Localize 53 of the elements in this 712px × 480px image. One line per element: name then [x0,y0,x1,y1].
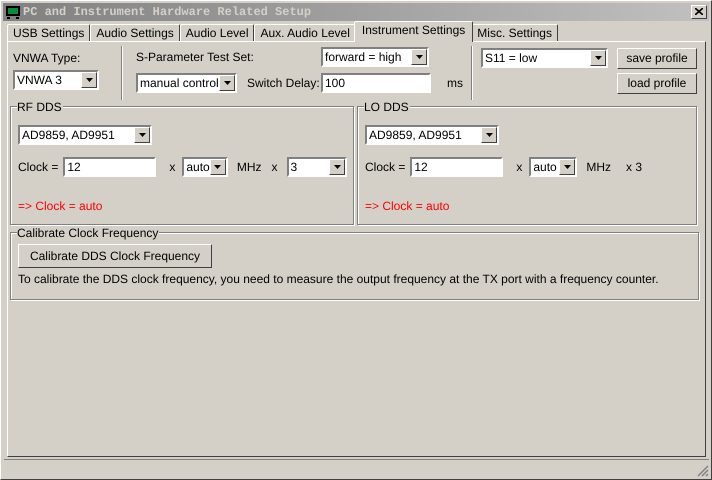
monitor-icon [5,4,21,20]
delay-field[interactable]: 100 [321,72,431,93]
tab[interactable]: Misc. Settings [471,24,558,42]
unit-label: ms [447,76,463,90]
caret-icon [224,80,230,85]
caret-icon [486,132,492,137]
s11-dropdown[interactable]: S11 = low [481,48,608,68]
profile-button[interactable]: save profile [617,48,697,69]
clock-field[interactable]: 12 [410,156,504,177]
caret-icon [214,164,222,169]
tab[interactable]: Instrument Settings [354,20,474,42]
close-button[interactable] [691,4,707,19]
unit-label: MHz [586,160,612,174]
times-label: x [169,160,176,174]
tab[interactable]: Audio Settings [90,24,180,42]
close-icon [695,8,703,16]
clock-result: => Clock = auto [18,198,104,213]
mode-dropdown[interactable]: manual control [136,72,237,93]
caret-icon [594,56,602,60]
times-label: x [516,160,522,174]
resize-grip-icon[interactable] [697,465,709,477]
chip-dropdown[interactable]: AD9859, AD9951 [365,124,499,145]
caret-icon [138,132,146,137]
times-label: x [272,160,278,174]
window-title: PC and Instrument Hardware Related Setup [23,4,312,19]
unit-label: MHz [236,160,262,174]
clock-result: => Clock = auto [365,198,450,213]
field-label: VNWA Type: [13,50,82,65]
direction-dropdown[interactable]: forward = high [321,46,429,67]
field-label: S-Parameter Test Set: [136,50,255,64]
group-title: Calibrate Clock Frequency [17,226,160,240]
field-label: Clock = [18,160,58,174]
factor-label: x 3 [626,160,642,174]
caret-icon [334,164,340,169]
caret-icon [416,54,422,59]
multiplier-dropdown[interactable]: auto [529,156,578,177]
chip-dropdown[interactable]: AD9859, AD9951 [18,124,152,145]
type-dropdown[interactable]: VNWA 3 [13,70,99,90]
calibrate-button[interactable]: Calibrate DDS Clock Frequency [18,244,212,268]
field-label: Switch Delay: [247,76,321,90]
clock-field[interactable]: 12 [63,156,156,177]
factor-dropdown[interactable]: 3 [286,156,347,177]
tab[interactable]: Aux. Audio Level [254,24,356,42]
field-label: Clock = [365,160,406,174]
group-title: LO DDS [364,100,410,114]
instruction-text: To calibrate the DDS clock frequency, you need to measure the output frequency at the TX port with a frequency counter. [18,272,660,286]
multiplier-dropdown[interactable]: auto [182,156,228,177]
caret-icon [86,78,92,82]
tab[interactable]: USB Settings [7,24,90,42]
caret-icon [564,164,571,169]
tab[interactable]: Audio Level [180,24,254,42]
profile-button[interactable]: load profile [617,72,697,94]
group-title: RF DDS [17,100,63,114]
